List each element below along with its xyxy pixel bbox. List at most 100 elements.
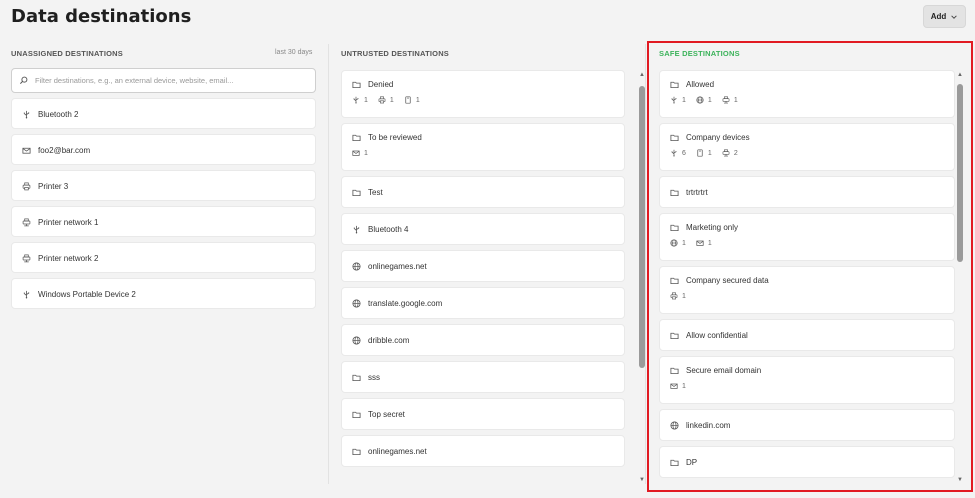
folder-icon <box>670 224 679 232</box>
destination-count: 6 <box>670 149 686 157</box>
scroll-down-icon[interactable]: ▼ <box>639 477 645 483</box>
destination-card[interactable]: Allow confidential <box>659 319 955 351</box>
count-value: 1 <box>364 96 368 104</box>
scroll-up-icon[interactable]: ▲ <box>639 72 645 78</box>
scroll-up-icon[interactable]: ▲ <box>957 72 963 78</box>
count-value: 1 <box>364 149 368 157</box>
destination-card[interactable]: Printer network 1 <box>11 206 316 237</box>
untrusted-scrollbar[interactable]: ▲ ▼ <box>639 72 645 484</box>
destination-label: trtrtrtrt <box>686 188 708 197</box>
usb-icon <box>353 225 360 234</box>
count-value: 2 <box>733 149 738 157</box>
search-input[interactable] <box>35 76 295 85</box>
device-icon <box>405 96 411 104</box>
destination-label: linkedin.com <box>686 421 731 430</box>
scroll-thumb[interactable] <box>957 84 963 262</box>
folder-icon <box>352 411 361 419</box>
device-icon <box>697 149 703 157</box>
destination-label: Bluetooth 4 <box>368 225 409 234</box>
destination-card[interactable]: Printer network 2 <box>11 242 316 273</box>
destination-card[interactable]: Allowed 1 1 1 <box>659 70 955 118</box>
destination-card[interactable]: Company devices 6 1 2 <box>659 123 955 171</box>
destination-card[interactable]: Test <box>341 176 625 208</box>
column-divider <box>645 44 646 484</box>
destination-card[interactable]: foo2@bar.com <box>11 134 316 165</box>
destination-card[interactable]: Windows Portable Device 2 <box>11 278 316 309</box>
destination-label: DP <box>686 458 698 467</box>
count-value: 1 <box>682 96 686 104</box>
scroll-thumb[interactable] <box>639 86 645 368</box>
destination-count: 1 <box>696 149 712 157</box>
folder-icon <box>352 448 361 456</box>
destination-label: Bluetooth 2 <box>38 110 79 119</box>
column-divider <box>328 44 329 484</box>
safe-heading: SAFE DESTINATIONS <box>659 49 740 58</box>
destination-label: Printer 3 <box>38 182 69 191</box>
printer-icon <box>22 182 31 191</box>
count-value: 1 <box>707 239 712 247</box>
destination-count: 2 <box>722 149 738 157</box>
destination-label: dribble.com <box>368 336 410 345</box>
destination-card[interactable]: Bluetooth 4 <box>341 213 625 245</box>
count-value: 1 <box>682 239 686 247</box>
destination-card[interactable]: Printer 3 <box>11 170 316 201</box>
globe-icon <box>352 299 361 308</box>
destination-label: Test <box>368 188 383 197</box>
destination-card[interactable]: To be reviewed 1 <box>341 123 625 171</box>
add-button[interactable]: Add <box>923 5 966 28</box>
destination-card[interactable]: Bluetooth 2 <box>11 98 316 129</box>
globe-icon <box>352 262 361 271</box>
destination-label: Allowed <box>686 80 715 89</box>
count-value: 1 <box>733 96 738 104</box>
unassigned-heading: UNASSIGNED DESTINATIONS <box>11 49 123 58</box>
destination-card[interactable]: Company secured data 1 <box>659 266 955 314</box>
destination-label: Printer network 1 <box>38 218 99 227</box>
destination-card[interactable]: Secure email domain 1 <box>659 356 955 404</box>
time-range-note: last 30 days <box>275 49 313 56</box>
destination-label: sss <box>368 373 380 382</box>
folder-icon <box>670 189 679 197</box>
destination-card[interactable]: sss <box>341 361 625 393</box>
count-value: 1 <box>682 292 686 300</box>
destination-count: 1 <box>696 239 712 247</box>
globe-icon <box>696 96 704 104</box>
destination-label: Denied <box>368 80 394 89</box>
usb-icon <box>23 110 30 119</box>
folder-icon <box>352 81 361 89</box>
destination-card[interactable]: dribble.com <box>341 324 625 356</box>
destination-card[interactable]: linkedin.com <box>659 409 955 441</box>
network-printer-icon <box>722 96 730 104</box>
destination-card[interactable]: DP <box>659 446 955 478</box>
globe-icon <box>670 421 679 430</box>
destination-card[interactable]: translate.google.com <box>341 287 625 319</box>
destination-card[interactable]: Marketing only 1 1 <box>659 213 955 261</box>
safe-scrollbar[interactable]: ▲ ▼ <box>957 72 963 484</box>
destination-count: 1 <box>670 382 686 390</box>
chevron-down-icon <box>951 14 958 19</box>
destination-count: 1 <box>696 96 712 104</box>
destination-count: 1 <box>670 239 686 247</box>
mail-icon <box>22 147 31 154</box>
destination-filter[interactable] <box>11 68 316 93</box>
search-icon <box>19 76 28 85</box>
destination-label: Allow confidential <box>686 331 748 340</box>
destination-count: 1 <box>722 96 738 104</box>
destination-card[interactable]: Denied 1 1 1 <box>341 70 625 118</box>
mail-icon <box>670 383 678 389</box>
destination-count: 1 <box>352 149 368 157</box>
destination-count: 1 <box>378 96 394 104</box>
destination-card[interactable]: onlinegames.net <box>341 250 625 282</box>
destination-card[interactable]: Top secret <box>341 398 625 430</box>
destination-label: Printer network 2 <box>38 254 99 263</box>
usb-icon <box>671 96 677 104</box>
folder-icon <box>670 332 679 340</box>
destination-count: 1 <box>404 96 420 104</box>
destination-card[interactable]: onlinegames.net <box>341 435 625 467</box>
folder-icon <box>670 134 679 142</box>
scroll-down-icon[interactable]: ▼ <box>957 477 963 483</box>
printer-icon <box>670 292 678 300</box>
network-printer-icon <box>22 218 31 227</box>
destination-count: 1 <box>352 96 368 104</box>
globe-icon <box>670 239 678 247</box>
destination-card[interactable]: trtrtrtrt <box>659 176 955 208</box>
